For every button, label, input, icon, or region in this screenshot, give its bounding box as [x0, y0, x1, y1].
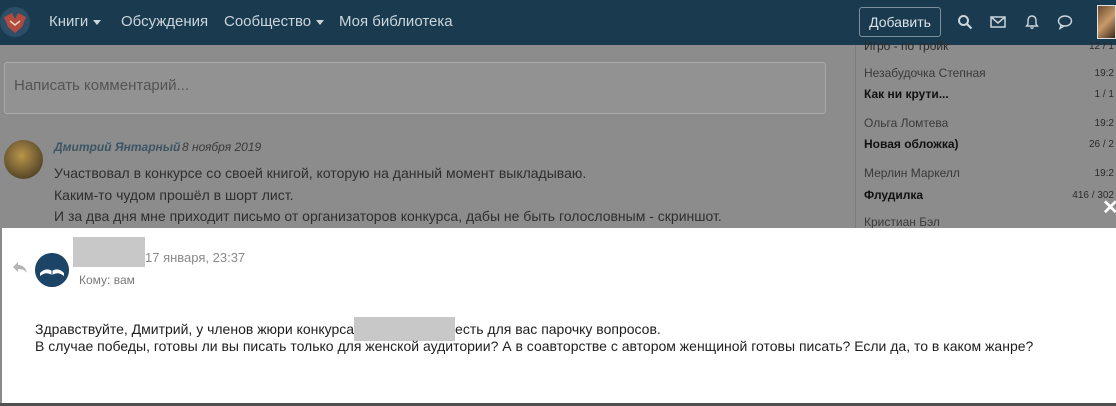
- sidebar-time: 19:2: [1094, 118, 1114, 129]
- sidebar-topic[interactable]: Флудилка: [864, 188, 923, 202]
- page-content-dimmed: Написать комментарий... Дмитрий Янтарный…: [0, 45, 855, 228]
- top-navbar: Книги Обсуждения Сообщество Моя библиоте…: [0, 0, 1116, 45]
- message-text-line: В случае победы, готовы ли вы писать тол…: [35, 338, 1034, 354]
- post-date: 8 ноября 2019: [182, 140, 262, 154]
- sidebar-count: 12 / 1: [1088, 41, 1114, 52]
- nav-item-books[interactable]: Книги: [49, 13, 102, 30]
- message-recipient: Кому: вам: [79, 273, 135, 287]
- user-avatar[interactable]: [1097, 5, 1116, 39]
- sidebar-user[interactable]: Мерлин Маркелл: [864, 166, 960, 180]
- post-text-line: Каким-то чудом прошёл в шорт лист.: [54, 187, 294, 203]
- comment-input[interactable]: Написать комментарий...: [4, 62, 826, 114]
- sidebar-time: 19:2: [1094, 68, 1114, 79]
- close-icon[interactable]: ✕: [1102, 198, 1116, 218]
- reply-icon[interactable]: [12, 260, 28, 274]
- mail-icon[interactable]: [990, 14, 1006, 30]
- message-date: 17 января, 23:37: [145, 250, 246, 265]
- sidebar-discussions: Игро - по тройк 12 / 1 Незабудочка Степн…: [855, 39, 1116, 229]
- nav-item-discussions[interactable]: Обсуждения: [121, 13, 208, 30]
- add-button[interactable]: Добавить: [859, 7, 941, 37]
- site-logo-icon[interactable]: [0, 3, 34, 41]
- sidebar-topic[interactable]: Игро - по тройк: [864, 39, 948, 53]
- sidebar-count: 1 / 1: [1094, 89, 1114, 100]
- redacted-sender-name: [73, 237, 145, 267]
- chat-icon[interactable]: [1057, 14, 1073, 31]
- sender-avatar[interactable]: [35, 253, 69, 287]
- bell-icon[interactable]: [1024, 14, 1040, 30]
- nav-item-community[interactable]: Сообщество: [224, 13, 325, 30]
- sidebar-user[interactable]: Кристиан Бэл: [864, 215, 940, 229]
- sidebar-topic[interactable]: Как ни крути...: [864, 87, 949, 101]
- sidebar-topic[interactable]: Новая обложка): [864, 137, 959, 151]
- chevron-down-icon: [93, 19, 102, 25]
- post-author-avatar[interactable]: [4, 140, 43, 179]
- post-text-line: И за два дня мне приходит письмо от орга…: [54, 208, 722, 224]
- sidebar-user[interactable]: Ольга Ломтева: [864, 116, 948, 130]
- search-icon[interactable]: [957, 14, 973, 30]
- nav-item-my-library[interactable]: Моя библиотека: [339, 13, 453, 30]
- sidebar-user[interactable]: Незабудочка Степная: [864, 66, 986, 80]
- post-author[interactable]: Дмитрий Янтарный: [54, 140, 180, 154]
- chevron-down-icon: [316, 19, 325, 25]
- sidebar-count: 26 / 2: [1088, 139, 1114, 150]
- comment-placeholder: Написать комментарий...: [14, 77, 190, 94]
- post-text-line: Участвовал в конкурсе со своей книгой, к…: [54, 165, 587, 181]
- sidebar-time: 19:2: [1094, 168, 1114, 179]
- message-panel: 17 января, 23:37 Кому: вам Здравствуйте,…: [2, 228, 1116, 403]
